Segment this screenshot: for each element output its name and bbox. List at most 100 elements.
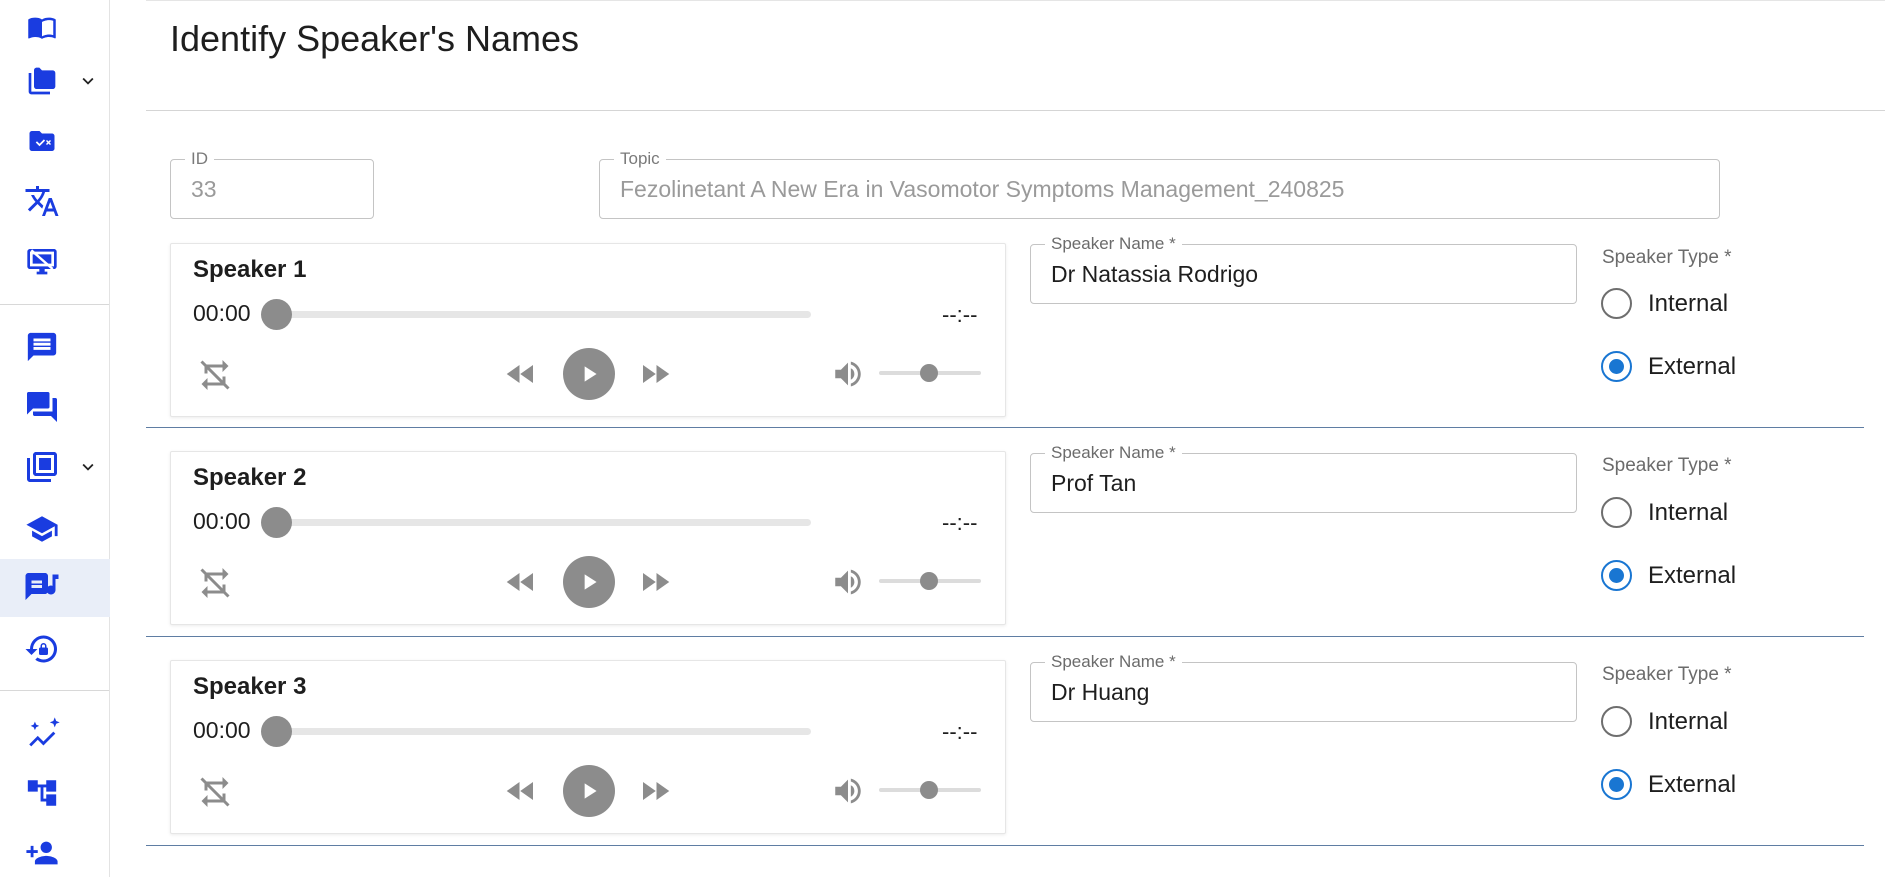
rewind-icon[interactable] [499,562,543,602]
speaker-notes-icon [24,570,60,606]
topic-field[interactable]: Topic Fezolinetant A New Era in Vasomoto… [599,149,1720,219]
radio-internal[interactable]: Internal [1601,288,1728,319]
current-time: 00:00 [193,717,251,743]
radio-external-circle[interactable] [1601,769,1632,800]
sidebar-item-analytics[interactable] [0,706,110,760]
sidebar-item-library[interactable] [0,440,110,494]
audio-player-card: Speaker 2 00:00 --:-- [170,451,1006,625]
rewind-icon[interactable] [499,354,543,394]
sidebar-item-folder-check[interactable] [0,114,110,168]
progress-track[interactable] [279,311,811,318]
play-button[interactable] [563,348,615,400]
sidebar-divider [0,304,109,305]
progress-track[interactable] [279,728,811,735]
folder-icon [24,63,60,99]
repeat-off-icon[interactable] [195,772,235,812]
sidebar-item-book[interactable] [0,0,110,54]
speaker-type-label: Speaker Type * [1602,664,1732,685]
sidebar-item-speaker-notes[interactable] [0,559,110,617]
add-user-icon [24,835,60,871]
duration: --:-- [942,302,978,327]
sidebar-item-lock-reset[interactable] [0,622,110,676]
play-button[interactable] [563,556,615,608]
row-separator [146,845,1864,846]
sidebar-item-forum[interactable] [0,380,110,434]
chevron-down-icon[interactable] [76,455,100,479]
speaker-name-value: Dr Huang [1051,678,1150,705]
volume-thumb[interactable] [920,781,938,799]
radio-external-label: External [1648,770,1737,798]
header-divider [146,110,1885,111]
fast-forward-icon[interactable] [633,562,677,602]
fast-forward-icon[interactable] [633,771,677,811]
radio-external-label: External [1648,561,1737,589]
sidebar-item-presentation[interactable] [0,234,110,288]
speaker-name-field[interactable]: Speaker Name * Dr Natassia Rodrigo [1030,234,1577,304]
radio-external-circle[interactable] [1601,351,1632,382]
volume-icon[interactable] [829,356,867,392]
volume-thumb[interactable] [920,572,938,590]
radio-external[interactable]: External [1601,769,1736,800]
lock-reset-icon [24,631,60,667]
comment-icon [24,329,60,365]
topic-field-value: Fezolinetant A New Era in Vasomotor Symp… [620,175,1345,202]
top-border [146,0,1885,1]
radio-external[interactable]: External [1601,351,1736,382]
sidebar-item-add-user[interactable] [0,826,110,880]
progress-thumb[interactable] [261,299,292,330]
radio-internal[interactable]: Internal [1601,497,1728,528]
progress-thumb[interactable] [261,507,292,538]
sidebar-item-translate[interactable] [0,174,110,228]
repeat-off-icon[interactable] [195,563,235,603]
current-time: 00:00 [193,508,251,534]
radio-internal-label: Internal [1648,707,1729,735]
rewind-icon[interactable] [499,771,543,811]
radio-internal-circle[interactable] [1601,706,1632,737]
radio-internal-circle[interactable] [1601,288,1632,319]
row-separator [146,636,1864,637]
book-icon [24,9,60,45]
sidebar-item-folder[interactable] [0,54,110,108]
sidebar-item-hierarchy[interactable] [0,766,110,820]
speaker-title: Speaker 3 [193,673,307,700]
presentation-off-icon [24,243,60,279]
play-icon [584,366,597,382]
radio-internal-circle[interactable] [1601,497,1632,528]
sidebar [0,0,110,877]
sidebar-item-school[interactable] [0,502,110,556]
play-button[interactable] [563,765,615,817]
progress-thumb[interactable] [261,716,292,747]
chevron-down-icon[interactable] [76,69,100,93]
current-time: 00:00 [193,300,251,326]
speaker-name-field[interactable]: Speaker Name * Dr Huang [1030,652,1577,722]
radio-external[interactable]: External [1601,560,1736,591]
speaker-name-field[interactable]: Speaker Name * Prof Tan [1030,443,1577,513]
repeat-off-icon[interactable] [195,355,235,395]
volume-icon[interactable] [829,773,867,809]
audio-player-card: Speaker 1 00:00 --:-- [170,243,1006,417]
play-icon [584,783,597,799]
radio-external-label: External [1648,352,1737,380]
hierarchy-icon [24,775,60,811]
analytics-icon [24,715,60,751]
fast-forward-icon[interactable] [633,354,677,394]
duration: --:-- [942,510,978,535]
forum-icon [24,389,60,425]
volume-thumb[interactable] [920,364,938,382]
sidebar-item-comments[interactable] [0,320,110,374]
volume-icon[interactable] [829,564,867,600]
sidebar-divider [0,690,109,691]
id-field-value: 33 [191,175,217,202]
radio-external-circle[interactable] [1601,560,1632,591]
progress-track[interactable] [279,519,811,526]
duration: --:-- [942,719,978,744]
play-icon [584,574,597,590]
radio-internal[interactable]: Internal [1601,706,1728,737]
translate-icon [24,183,60,219]
speaker-title: Speaker 2 [193,464,307,491]
id-field[interactable]: ID 33 [170,149,374,219]
speaker-name-value: Dr Natassia Rodrigo [1051,260,1259,287]
speaker-title: Speaker 1 [193,256,307,283]
speaker-type-label: Speaker Type * [1602,247,1732,268]
library-icon [24,449,60,485]
